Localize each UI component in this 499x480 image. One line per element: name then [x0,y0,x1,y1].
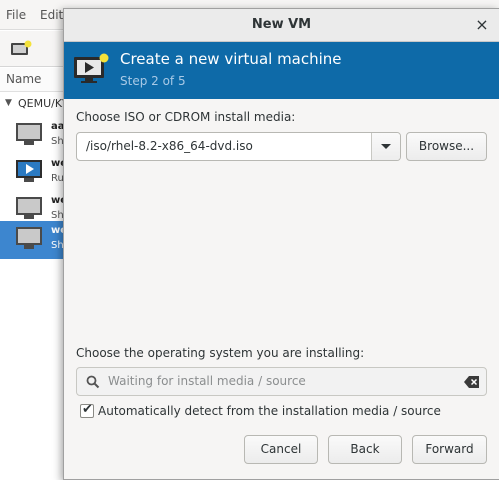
menu-edit[interactable]: Edit [40,8,63,22]
menu-file[interactable]: File [6,8,26,22]
vm-shutoff-icon [16,227,44,251]
expander-down-icon: ▼ [5,98,12,108]
new-vm-icon[interactable] [10,40,32,58]
vm-running-icon [16,160,44,184]
new-vm-monitor-icon [73,52,111,86]
dialog-titlebar[interactable]: New VM × [64,9,499,42]
dialog-title: New VM [251,17,312,32]
vm-status: Sh [51,240,64,251]
vm-status: Sh [51,136,64,147]
vm-status: Ru [51,173,64,184]
checkmark-icon: ✔ [82,402,93,417]
new-vm-dialog: New VM × Create a new virtual machine St… [63,8,499,480]
media-label: Choose ISO or CDROM install media: [76,110,296,124]
banner-heading: Create a new virtual machine [120,50,342,68]
install-media-combo[interactable]: /iso/rhel-8.2-x86_64-dvd.iso [76,132,401,161]
install-media-value[interactable]: /iso/rhel-8.2-x86_64-dvd.iso [86,139,253,153]
banner-step: Step 2 of 5 [120,74,186,88]
vm-status: Sh [51,210,64,221]
os-label: Choose the operating system you are inst… [76,346,365,360]
connection-label: QEMU/KV [18,97,70,110]
wizard-banner: Create a new virtual machine Step 2 of 5 [64,42,499,99]
vm-shutoff-icon [16,123,44,147]
chevron-down-icon[interactable] [371,133,400,160]
cancel-button[interactable]: Cancel [244,435,318,464]
os-search-placeholder: Waiting for install media / source [108,374,306,388]
back-button[interactable]: Back [328,435,402,464]
auto-detect-checkbox[interactable]: ✔ [80,402,94,418]
auto-detect-label[interactable]: Automatically detect from the installati… [98,404,441,418]
clear-icon[interactable] [464,375,480,389]
close-icon[interactable]: × [473,15,491,34]
vm-shutoff-icon [16,197,44,221]
os-search-field[interactable]: Waiting for install media / source [76,367,487,396]
search-icon [86,375,100,389]
browse-button[interactable]: Browse... [406,132,487,161]
forward-button[interactable]: Forward [412,435,487,464]
